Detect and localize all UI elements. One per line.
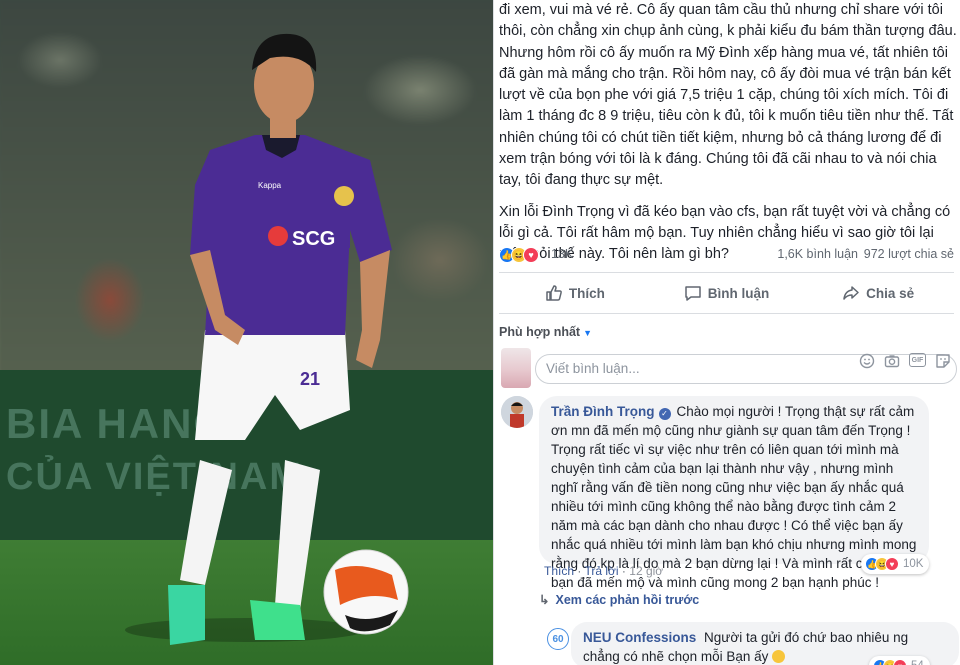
sort-label: Phù hợp nhất xyxy=(499,325,581,339)
gif-icon[interactable]: GIF xyxy=(909,353,926,367)
post-body: đi xem, vui mà vé rẻ. Cô ấy quan tâm cầu… xyxy=(499,0,957,266)
comment-composer: Viết bình luận... GIF xyxy=(499,346,957,390)
comment-sort-dropdown[interactable]: Phù hợp nhất ▼ xyxy=(499,325,592,339)
share-button[interactable]: Chia sẻ xyxy=(802,273,954,313)
reaction-count[interactable]: 13K xyxy=(551,247,573,261)
love-reaction-icon: ♥ xyxy=(885,557,899,571)
view-previous-replies-link[interactable]: ↳ Xem các phản hồi trước xyxy=(539,592,699,607)
comment-input-placeholder: Viết bình luận... xyxy=(546,361,640,376)
jersey-brand-text: Kappa xyxy=(258,181,282,190)
reply-arrow-icon: ↳ xyxy=(539,593,550,607)
comment-meta: Thích · Trả lời · 12 giờ xyxy=(544,564,664,578)
commenter-avatar[interactable] xyxy=(501,396,533,428)
share-count-link[interactable]: 972 lượt chia sẻ xyxy=(864,247,954,261)
shorts-number-text: 21 xyxy=(300,369,320,389)
sticker-icon[interactable] xyxy=(935,353,951,369)
comment-count-link[interactable]: 1,6K bình luận xyxy=(777,247,858,261)
comment-reactions[interactable]: 👍 😆 ♥ 54 xyxy=(869,656,930,665)
football-photo: BIA HANOI CỦA VIỆT NAM SCG Kappa 21 xyxy=(0,0,493,665)
love-reaction-icon: ♥ xyxy=(523,247,539,263)
post-stats-bar: 👍 😆 ♥ 13K 1,6K bình luận 972 lượt chia s… xyxy=(499,245,954,265)
love-reaction-icon: ♥ xyxy=(893,659,907,665)
camera-icon[interactable] xyxy=(884,353,900,369)
post-action-bar: Thích Bình luận Chia sẻ xyxy=(499,272,954,314)
reaction-icons[interactable]: 👍 😆 ♥ xyxy=(499,247,539,263)
player-avatar-icon xyxy=(501,396,533,428)
caret-down-icon: ▼ xyxy=(583,328,593,338)
facebook-post-panel: đi xem, vui mà vé rẻ. Cô ấy quan tâm cầu… xyxy=(493,0,960,665)
comment-reaction-count: 10K xyxy=(903,558,924,570)
comment-button[interactable]: Bình luận xyxy=(651,273,803,313)
comment-bubble: Trần Đình Trọng ✓ Chào mọi người ! Trọng t… xyxy=(539,396,929,590)
neu-confessions-avatar-icon[interactable]: 60 xyxy=(547,628,569,650)
thumbs-up-icon xyxy=(546,285,562,301)
current-user-avatar xyxy=(501,348,531,388)
verified-badge-icon: ✓ xyxy=(658,407,671,420)
player-figure: SCG Kappa 21 xyxy=(125,33,409,645)
comment-author[interactable]: Trần Đình Trọng xyxy=(551,404,655,419)
share-button-label: Chia sẻ xyxy=(866,285,915,301)
comment-like-link[interactable]: Thích xyxy=(544,564,574,578)
post-paragraph-1: đi xem, vui mà vé rẻ. Cô ấy quan tâm cầu… xyxy=(499,2,957,189)
comment-item: 60 NEU Confessions Người ta gửi đó chứ b… xyxy=(499,620,959,665)
speech-bubble-icon xyxy=(685,286,701,301)
jersey-sponsor-text: SCG xyxy=(292,228,335,250)
comment-item: Trần Đình Trọng ✓ Chào mọi người ! Trọng t… xyxy=(499,396,957,590)
share-arrow-icon xyxy=(843,286,859,300)
emoji-icon[interactable] xyxy=(859,353,875,369)
composer-tools: GIF xyxy=(859,353,951,369)
comment-reaction-count: 54 xyxy=(911,660,924,665)
comment-timestamp[interactable]: 12 giờ xyxy=(629,564,663,578)
like-button-label: Thích xyxy=(568,285,605,301)
smile-emoji-icon xyxy=(772,650,786,663)
comment-reactions[interactable]: 👍 😆 ♥ 10K xyxy=(861,554,930,574)
view-previous-replies-label: Xem các phản hồi trước xyxy=(555,593,700,607)
comment-button-label: Bình luận xyxy=(707,285,770,301)
like-button[interactable]: Thích xyxy=(499,273,651,313)
comment-author[interactable]: NEU Confessions xyxy=(583,630,696,645)
comment-reply-link[interactable]: Trả lời xyxy=(584,564,618,578)
